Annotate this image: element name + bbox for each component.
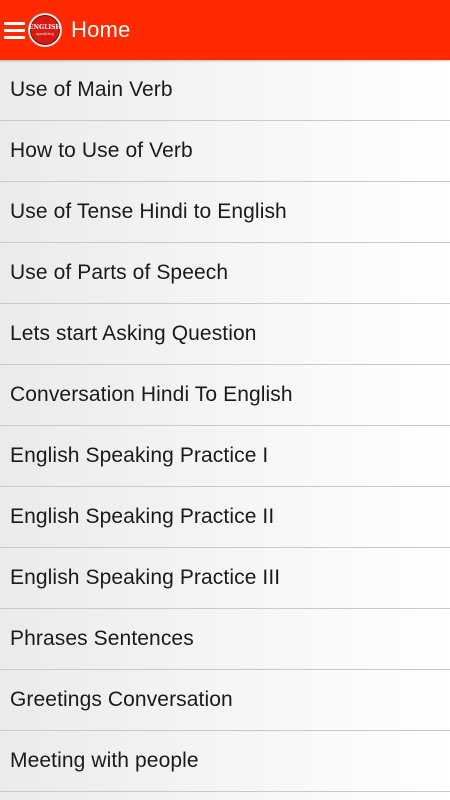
list-item-greetings-conversation[interactable]: Greetings Conversation <box>0 670 450 731</box>
list-item-speaking-practice-1[interactable]: English Speaking Practice I <box>0 426 450 487</box>
list-item-speaking-practice-3[interactable]: English Speaking Practice III <box>0 548 450 609</box>
list-item-meeting-with-people[interactable]: Meeting with people <box>0 731 450 792</box>
list-item-parts-of-speech[interactable]: Use of Parts of Speech <box>0 243 450 304</box>
app-logo[interactable]: ENGLISH speaking <box>28 13 62 47</box>
hamburger-menu-icon <box>4 21 25 39</box>
list-item-speaking-practice-2[interactable]: English Speaking Practice II <box>0 487 450 548</box>
list-item-phrases-sentences[interactable]: Phrases Sentences <box>0 609 450 670</box>
list-item-conversation[interactable]: Conversation Hindi To English <box>0 365 450 426</box>
list-item-use-of-tense[interactable]: Use of Tense Hindi to English <box>0 182 450 243</box>
navigation-drawer-button[interactable] <box>0 0 28 60</box>
page-title: Home <box>71 17 131 42</box>
menu-list: Use of Main Verb How to Use of Verb Use … <box>0 60 450 800</box>
action-bar: ENGLISH speaking Home <box>0 0 450 60</box>
list-item-use-of-main-verb[interactable]: Use of Main Verb <box>0 60 450 121</box>
list-item-asking-question[interactable]: Lets start Asking Question <box>0 304 450 365</box>
logo-subtext: speaking <box>35 30 55 36</box>
app-logo-badge: ENGLISH speaking <box>29 15 61 45</box>
list-item-how-to-use-of-verb[interactable]: How to Use of Verb <box>0 121 450 182</box>
